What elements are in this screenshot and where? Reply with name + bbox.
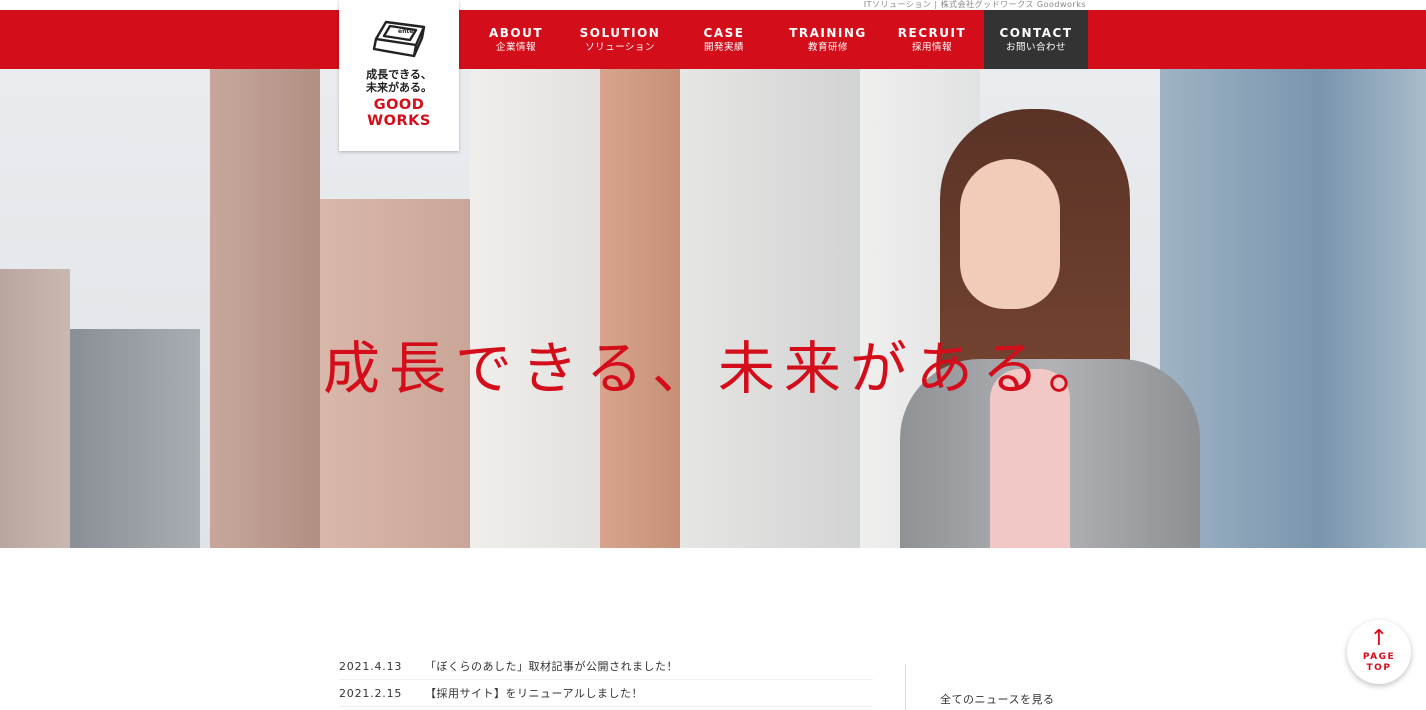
page-top-label-line1: PAGE — [1362, 652, 1396, 662]
keyboard-key-logo-icon: enter — [372, 20, 426, 58]
nav-recruit[interactable]: RECRUIT 採用情報 — [880, 10, 984, 69]
nav-case-en: CASE — [703, 25, 745, 40]
news-item[interactable]: 2021.4.13 「ぼくらのあした」取材記事が公開されました！ — [339, 653, 873, 680]
page-top-label: PAGE TOP — [1363, 652, 1395, 674]
site-logo[interactable]: enter 成長できる、 未来がある。 GOOD WORKS — [339, 0, 459, 151]
news-list: 2021.4.13 「ぼくらのあした」取材記事が公開されました！ 2021.2.… — [339, 653, 873, 707]
logo-tagline: 成長できる、 未来がある。 — [366, 68, 432, 94]
nav-solution-ja: ソリューション — [585, 41, 655, 53]
logo-wordmark: GOOD WORKS — [367, 97, 431, 129]
header-tagline: ITソリューション | 株式会社グッドワークス Goodworks — [863, 0, 1086, 9]
nav-about-ja: 企業情報 — [495, 41, 536, 53]
nav-recruit-en: RECRUIT — [897, 25, 967, 40]
nav-about[interactable]: ABOUT 企業情報 — [464, 10, 568, 69]
svg-text:enter: enter — [398, 28, 416, 35]
hero-catchcopy: 成長できる、未来がある。 — [323, 336, 1114, 402]
news-date: 2021.4.13 — [339, 659, 403, 673]
hero-photo — [0, 69, 1426, 548]
nav-case-ja: 開発実績 — [703, 41, 744, 53]
news-title[interactable]: 【採用サイト】をリニューアルしました！ — [425, 685, 643, 701]
nav-contact[interactable]: CONTACT お問い合わせ — [984, 10, 1088, 69]
nav-solution[interactable]: SOLUTION ソリューション — [568, 10, 672, 69]
news-item[interactable]: 2021.2.15 【採用サイト】をリニューアルしました！ — [339, 680, 873, 707]
news-date: 2021.2.15 — [339, 686, 403, 700]
nav-recruit-ja: 採用情報 — [911, 41, 952, 53]
nav-contact-en: CONTACT — [999, 25, 1073, 40]
header-tagline-bar: ITソリューション | 株式会社グッドワークス Goodworks — [0, 0, 1426, 10]
nav-contact-ja: お問い合わせ — [1005, 41, 1066, 53]
hero-visual: 成長できる、未来がある。 — [0, 69, 1426, 548]
arrow-up-icon: ↑ — [1369, 626, 1389, 651]
nav-case[interactable]: CASE 開発実績 — [672, 10, 776, 69]
logo-tagline-line2: 未来がある。 — [366, 81, 432, 94]
page-top-label-line2: TOP — [1366, 663, 1392, 673]
nav-training[interactable]: TRAINING 教育研修 — [776, 10, 880, 69]
nav-about-en: ABOUT — [488, 25, 544, 40]
logo-tagline-line1: 成長できる、 — [366, 68, 432, 81]
page-top-button[interactable]: ↑ PAGE TOP — [1347, 620, 1411, 684]
nav-solution-en: SOLUTION — [579, 25, 661, 40]
nav-training-ja: 教育研修 — [807, 41, 848, 53]
nav-training-en: TRAINING — [789, 25, 867, 40]
all-news-link[interactable]: 全てのニュースを見る — [940, 691, 1054, 707]
global-nav: ABOUT 企業情報 SOLUTION ソリューション CASE 開発実績 TR… — [464, 10, 1088, 69]
news-divider — [905, 664, 906, 710]
logo-word-works: WORKS — [367, 113, 431, 129]
logo-word-good: GOOD — [373, 97, 425, 113]
news-title[interactable]: 「ぼくらのあした」取材記事が公開されました！ — [425, 658, 678, 674]
